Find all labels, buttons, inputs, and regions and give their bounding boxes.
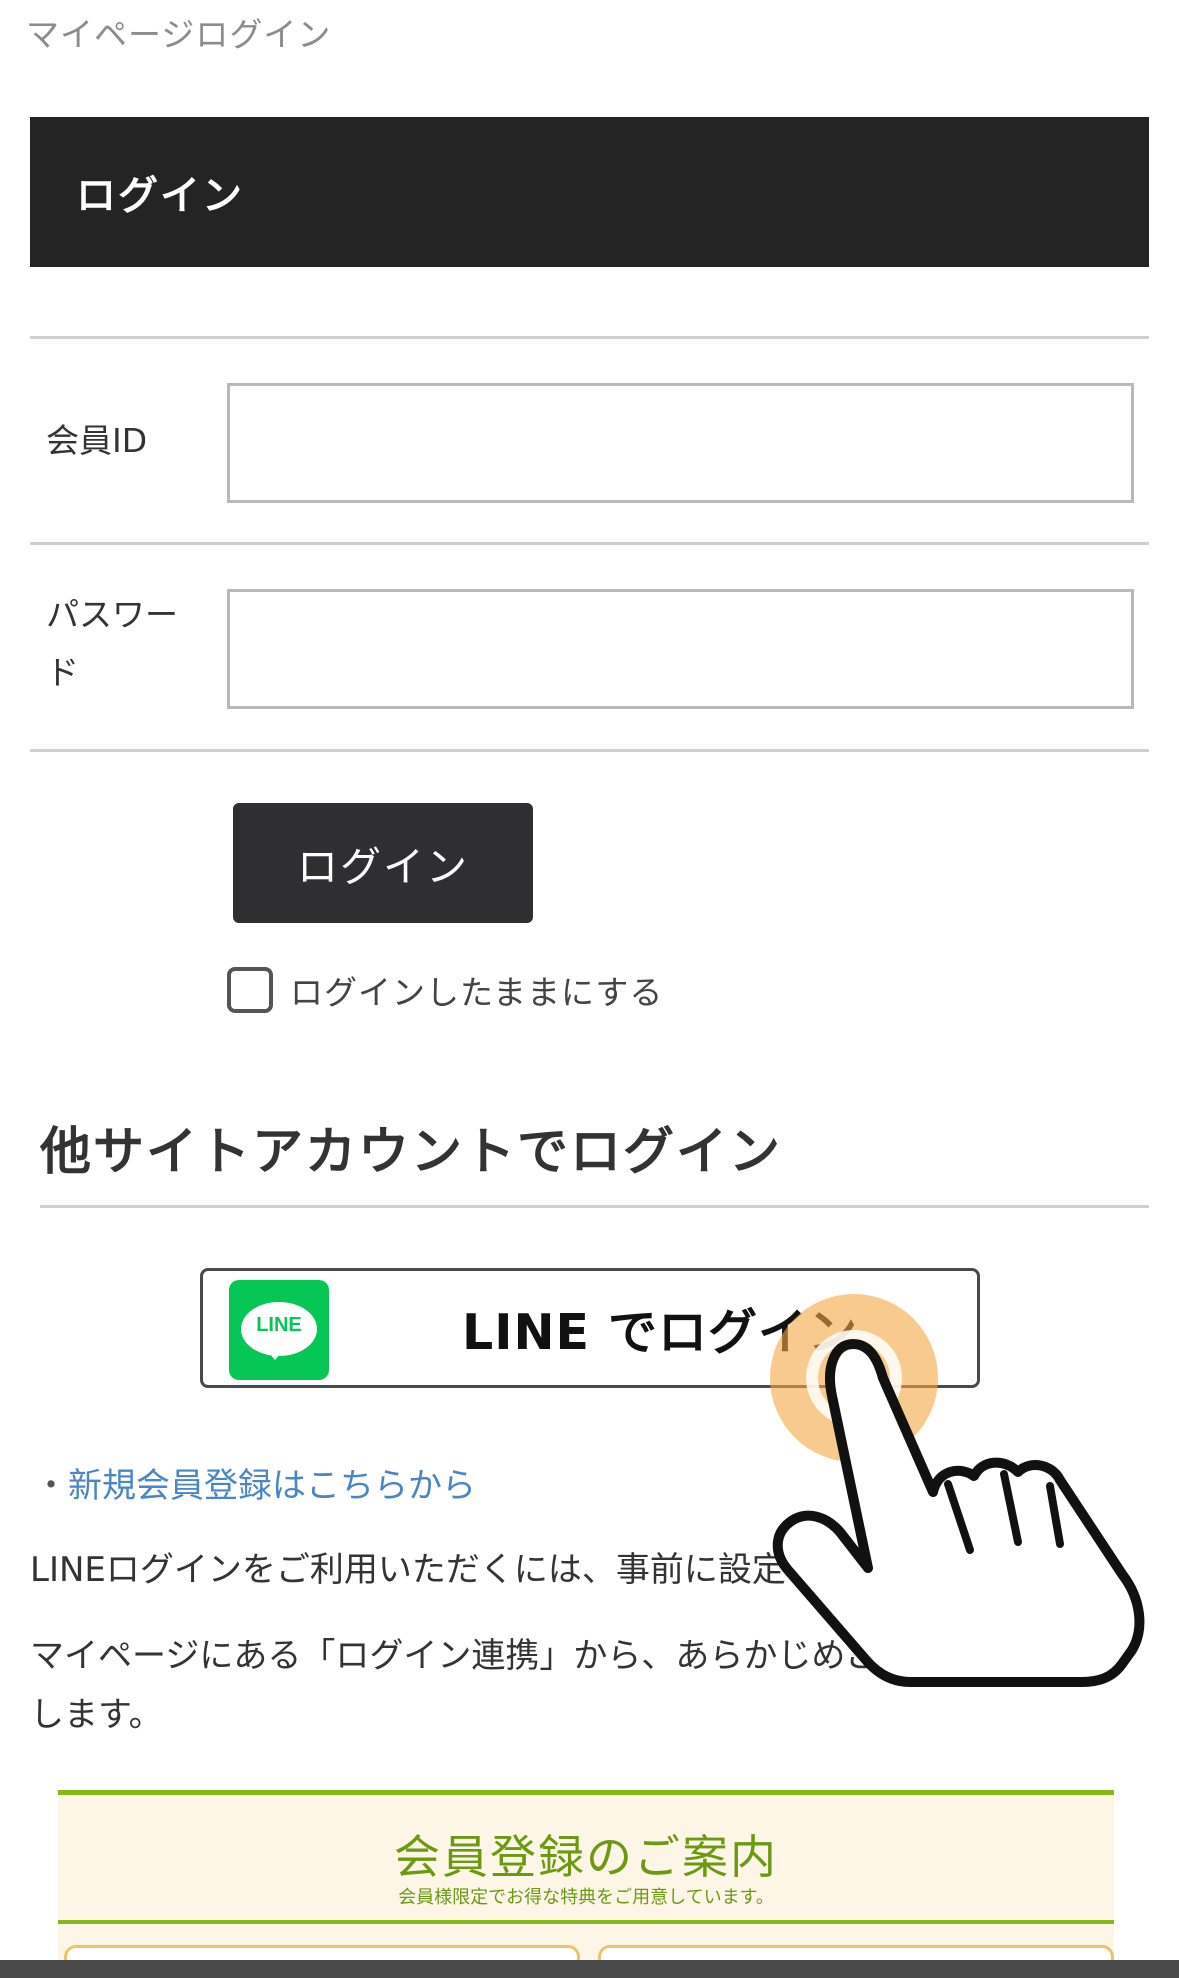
register-link-row: ・新規会員登録はこちらから <box>34 1458 476 1507</box>
finger-creases <box>944 1470 1064 1554</box>
banner-title: 会員登録のご案内 <box>394 1830 778 1884</box>
page-title: ログイン <box>30 117 1149 267</box>
bottom-bar <box>0 1960 1179 1978</box>
password-label: パスワー ド <box>46 586 178 702</box>
banner-divider <box>58 1920 1114 1924</box>
register-link[interactable]: 新規会員登録はこちらから <box>68 1466 476 1506</box>
breadcrumb[interactable]: マイページログイン <box>26 8 331 56</box>
line-login-button[interactable]: LINE LINE でログイン <box>200 1268 980 1388</box>
password-input[interactable] <box>227 589 1134 709</box>
divider <box>30 542 1149 545</box>
page-title-text: ログイン <box>76 173 244 219</box>
divider <box>30 749 1149 752</box>
banner-subtitle: 会員様限定でお得な特典をご用意しています。 <box>398 1887 774 1908</box>
login-button[interactable]: ログイン <box>233 803 533 923</box>
line-bubble-tail <box>265 1348 285 1360</box>
divider <box>40 1205 1149 1208</box>
bullet: ・ <box>34 1466 68 1506</box>
login-button-label: ログイン <box>297 843 469 891</box>
info-text-line1: LINEログインをご利用いただくには、事前に設定 <box>30 1550 786 1590</box>
password-label-line2: ド <box>46 653 79 692</box>
remember-label[interactable]: ログインしたままにする <box>290 966 663 1014</box>
remember-checkbox[interactable] <box>227 967 273 1013</box>
member-id-label: 会員ID <box>46 421 148 460</box>
social-login-title: 他サイトアカウントでログイン <box>40 1123 783 1182</box>
member-id-input[interactable] <box>227 383 1134 503</box>
member-registration-banner[interactable]: 会員登録のご案内 会員様限定でお得な特典をご用意しています。 <box>58 1790 1114 1978</box>
divider <box>30 336 1149 339</box>
line-logo-icon: LINE <box>229 1280 329 1380</box>
remember-login[interactable]: ログインしたままにする <box>227 966 663 1014</box>
line-logo-text: LINE <box>256 1314 302 1336</box>
password-label-line1: パスワー <box>46 595 178 634</box>
line-login-label: LINE でログイン <box>462 1303 858 1361</box>
info-text-line3: します。 <box>30 1695 163 1735</box>
info-text-line2: マイページにある「ログイン連携」から、あらかじめご登 <box>30 1636 914 1676</box>
login-page: マイページログイン ログイン 会員ID パスワー ド ログイン ログインしたまま… <box>0 0 1179 1978</box>
